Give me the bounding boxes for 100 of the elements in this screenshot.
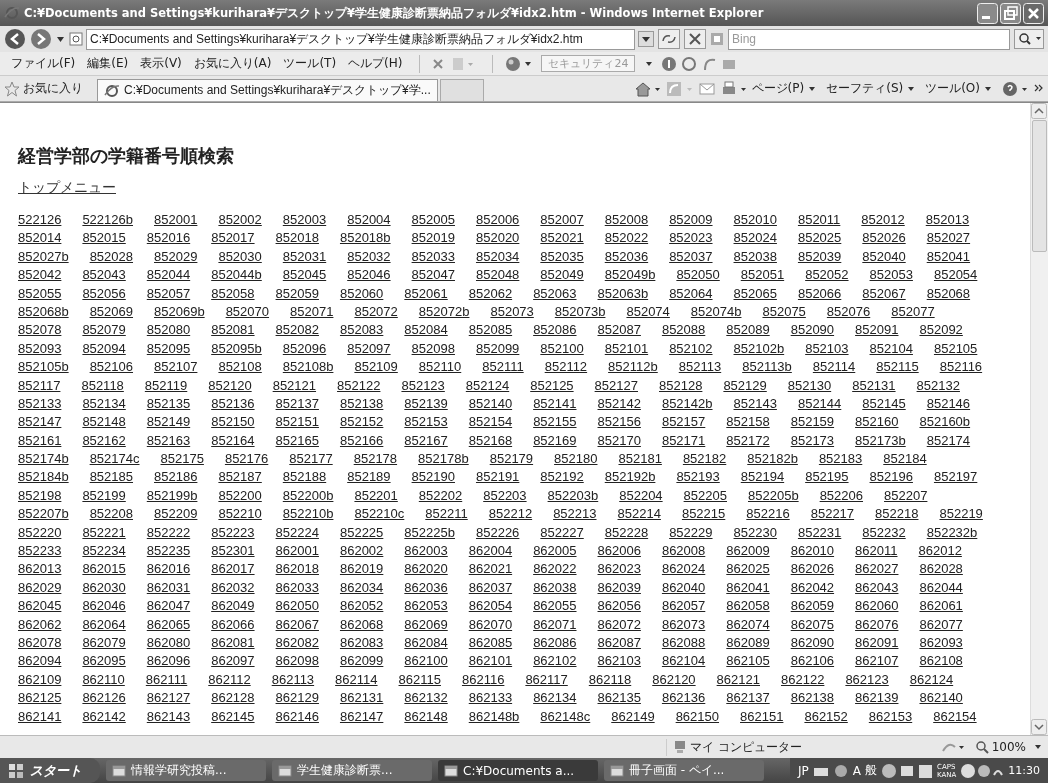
- student-number-link[interactable]: 852050: [676, 267, 720, 283]
- student-number-link[interactable]: 852214: [617, 506, 661, 522]
- student-number-link[interactable]: 862152: [804, 708, 848, 724]
- window-icon[interactable]: [610, 763, 624, 778]
- student-number-link[interactable]: 852087: [597, 322, 641, 338]
- student-number-link[interactable]: 852020: [475, 230, 520, 246]
- student-number-link[interactable]: 852040: [862, 248, 906, 264]
- student-number-link[interactable]: 852200: [218, 487, 262, 503]
- close-icon[interactable]: [432, 57, 445, 70]
- student-number-link[interactable]: 852022: [604, 230, 649, 246]
- home-icon[interactable]: [633, 80, 662, 97]
- student-number-link[interactable]: 852224: [275, 524, 319, 540]
- caret-icon[interactable]: [984, 84, 992, 93]
- student-number-link[interactable]: 862148b: [468, 708, 520, 724]
- student-number-link[interactable]: 862073: [661, 616, 706, 632]
- student-number-link[interactable]: 862109: [18, 671, 62, 687]
- student-number-link[interactable]: 852042: [18, 267, 62, 283]
- student-number-link[interactable]: 862039: [597, 579, 641, 595]
- student-number-link[interactable]: 862021: [468, 561, 513, 577]
- student-number-link[interactable]: 852135: [146, 395, 191, 411]
- student-number-link[interactable]: 852223: [211, 524, 255, 540]
- student-number-link[interactable]: 852142: [597, 395, 641, 411]
- browser-icon[interactable]: [104, 82, 120, 99]
- student-number-link[interactable]: 852108b: [282, 359, 334, 375]
- student-number-link[interactable]: 852094: [82, 340, 126, 356]
- student-number-link[interactable]: 852062: [468, 285, 513, 301]
- student-number-link[interactable]: 852160: [855, 414, 899, 430]
- student-number-link[interactable]: 862056: [597, 598, 641, 614]
- student-number-link[interactable]: 852009: [669, 212, 713, 227]
- student-number-link[interactable]: 862120: [652, 671, 696, 687]
- student-number-link[interactable]: 852174b: [18, 451, 69, 467]
- student-number-link[interactable]: 852102b: [733, 340, 785, 356]
- student-number-link[interactable]: 852174c: [89, 451, 140, 467]
- student-number-link[interactable]: 852162: [82, 432, 126, 448]
- ime-tools-icon[interactable]: [881, 762, 933, 779]
- zoom-level[interactable]: 100%: [974, 740, 1026, 754]
- student-number-link[interactable]: 852219: [939, 506, 983, 522]
- student-number-link[interactable]: 852072b: [418, 303, 470, 319]
- student-number-link[interactable]: 852123: [401, 377, 445, 393]
- student-number-link[interactable]: 852073: [490, 303, 534, 319]
- student-number-link[interactable]: 852222: [146, 524, 191, 540]
- student-number-link[interactable]: 852209: [154, 506, 198, 522]
- dropdown-icon[interactable]: [56, 35, 65, 43]
- student-number-link[interactable]: 862029: [18, 579, 62, 595]
- student-number-link[interactable]: 852115: [876, 359, 919, 375]
- student-number-link[interactable]: 852173: [790, 432, 835, 448]
- student-number-link[interactable]: 852230: [733, 524, 777, 540]
- student-number-link[interactable]: 852140: [468, 395, 513, 411]
- student-number-link[interactable]: 852063b: [597, 285, 649, 301]
- student-number-link[interactable]: 862105: [726, 653, 770, 669]
- student-number-link[interactable]: 852075: [762, 303, 806, 319]
- dropdown-icon[interactable]: [638, 31, 654, 47]
- minimize-icon[interactable]: [977, 2, 998, 24]
- student-number-link[interactable]: 852091: [855, 322, 899, 338]
- favorites-button[interactable]: お気に入り: [4, 77, 97, 100]
- student-number-link[interactable]: 862011: [855, 543, 898, 559]
- student-number-link[interactable]: 862031: [146, 579, 191, 595]
- student-number-link[interactable]: 862068: [339, 616, 384, 632]
- scroll-thumb[interactable]: [1032, 120, 1047, 252]
- student-number-link[interactable]: 852203: [483, 487, 527, 503]
- student-number-link[interactable]: 852036: [604, 248, 649, 264]
- student-number-link[interactable]: 852019: [411, 230, 455, 246]
- student-number-link[interactable]: 852074b: [690, 303, 742, 319]
- top-menu-link[interactable]: トップメニュー: [18, 179, 116, 195]
- student-number-link[interactable]: 862017: [211, 561, 255, 577]
- student-number-link[interactable]: 862010: [790, 543, 835, 559]
- student-number-link[interactable]: 852032: [347, 248, 391, 264]
- caret-icon[interactable]: [1034, 743, 1042, 751]
- student-number-link[interactable]: 862096: [146, 653, 191, 669]
- student-number-link[interactable]: 852118: [81, 377, 124, 393]
- student-number-link[interactable]: 862148c: [540, 708, 591, 724]
- student-number-link[interactable]: 852074: [626, 303, 670, 319]
- student-number-link[interactable]: 862141: [18, 708, 62, 724]
- student-number-link[interactable]: 852049: [540, 267, 584, 283]
- student-number-link[interactable]: 852229: [669, 524, 713, 540]
- window-icon[interactable]: [112, 763, 126, 778]
- student-number-link[interactable]: 852234: [82, 543, 126, 559]
- student-number-link[interactable]: 862015: [82, 561, 126, 577]
- scrollbar[interactable]: [1030, 103, 1048, 735]
- student-number-link[interactable]: 852011: [797, 212, 841, 227]
- student-number-link[interactable]: 852063: [533, 285, 577, 301]
- student-number-link[interactable]: 852014: [18, 230, 62, 246]
- student-number-link[interactable]: 852076: [826, 303, 871, 319]
- student-number-link[interactable]: 852301: [211, 543, 255, 559]
- student-number-link[interactable]: 852139: [404, 395, 448, 411]
- student-number-link[interactable]: 862145: [211, 708, 255, 724]
- student-number-link[interactable]: 862142: [82, 708, 126, 724]
- student-number-link[interactable]: 852127: [594, 377, 638, 393]
- student-number-link[interactable]: 862050: [275, 598, 319, 614]
- stop-icon[interactable]: [684, 29, 706, 49]
- student-number-link[interactable]: 862122: [781, 671, 825, 687]
- student-number-link[interactable]: 862060: [855, 598, 899, 614]
- student-number-link[interactable]: 852008: [604, 212, 649, 227]
- student-number-link[interactable]: 862023: [597, 561, 641, 577]
- student-number-link[interactable]: 862053: [404, 598, 448, 614]
- student-number-link[interactable]: 852111: [482, 359, 524, 375]
- student-number-link[interactable]: 852201: [354, 487, 398, 503]
- student-number-link[interactable]: 862123: [845, 671, 889, 687]
- student-number-link[interactable]: 862100: [404, 653, 448, 669]
- student-number-link[interactable]: 852041: [926, 248, 971, 264]
